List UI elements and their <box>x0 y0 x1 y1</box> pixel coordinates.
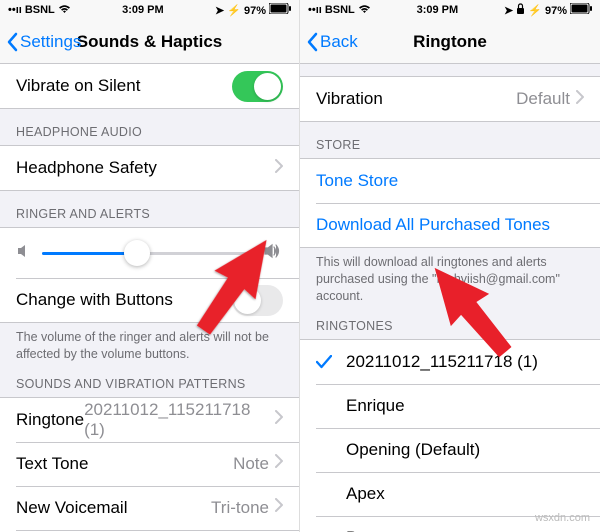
headphone-audio-header: HEADPHONE AUDIO <box>0 109 299 145</box>
ringtone-screen: ••ıı BSNL 3:09 PM ➤ ⚡ 97% Ba <box>300 0 600 532</box>
battery-percent: ⚡ 97% <box>227 4 266 17</box>
vibration-row[interactable]: Vibration Default <box>300 77 600 121</box>
carrier-label: BSNL <box>25 4 55 16</box>
store-footer: This will download all ringtones and ale… <box>300 248 600 315</box>
volume-slider[interactable] <box>42 252 253 255</box>
nav-bar: Back Ringtone <box>300 20 600 64</box>
row-label: New Voicemail <box>16 498 211 518</box>
chevron-right-icon <box>275 498 283 517</box>
tone-store-label: Tone Store <box>316 171 584 191</box>
store-header: STORE <box>300 122 600 158</box>
watermark: wsxdn.com <box>535 512 590 524</box>
location-icon: ➤ <box>215 4 224 17</box>
change-buttons-label: Change with Buttons <box>16 290 232 310</box>
nav-bar: Settings Sounds & Haptics <box>0 20 299 64</box>
ringtone-row[interactable]: Opening (Default) <box>300 428 600 472</box>
ringtone-label: Apex <box>346 484 584 504</box>
ringer-alerts-header: RINGER AND ALERTS <box>0 191 299 227</box>
vibrate-on-silent-row[interactable]: Vibrate on Silent <box>0 64 299 108</box>
vibrate-silent-toggle[interactable] <box>232 71 283 102</box>
chevron-left-icon <box>6 32 18 52</box>
chevron-right-icon <box>576 90 584 109</box>
back-button[interactable]: Back <box>300 32 358 52</box>
headphone-safety-row[interactable]: Headphone Safety <box>0 146 299 190</box>
signal-icon: ••ıı <box>308 4 322 16</box>
wifi-icon <box>358 4 371 17</box>
row-label: Ringtone <box>16 410 84 430</box>
ringtone-row[interactable]: Apex <box>300 472 600 516</box>
sound-pattern-row[interactable]: Text ToneNote <box>0 442 299 486</box>
checkmark-icon <box>316 355 334 369</box>
battery-icon <box>269 3 291 17</box>
change-with-buttons-row[interactable]: Change with Buttons <box>0 278 299 322</box>
ringtone-label: Opening (Default) <box>346 440 584 460</box>
sounds-patterns-header: SOUNDS AND VIBRATION PATTERNS <box>0 373 299 397</box>
vibration-value: Default <box>516 89 570 109</box>
download-tones-row[interactable]: Download All Purchased Tones <box>300 203 600 247</box>
back-label: Back <box>320 32 358 52</box>
volume-slider-row <box>0 228 299 278</box>
battery-percent: ⚡ 97% <box>528 4 567 17</box>
chevron-left-icon <box>306 32 318 52</box>
ringer-footer: The volume of the ringer and alerts will… <box>0 323 299 373</box>
ringtone-row[interactable]: 20211012_115211718 (1) <box>300 340 600 384</box>
speaker-high-icon <box>263 243 283 264</box>
back-label: Settings <box>20 32 81 52</box>
status-bar: ••ıı BSNL 3:09 PM ➤ ⚡ 97% <box>300 0 600 20</box>
battery-icon <box>570 3 592 17</box>
ringtone-label: Enrique <box>346 396 584 416</box>
back-button[interactable]: Settings <box>0 32 81 52</box>
chevron-right-icon <box>275 410 283 429</box>
row-value: Tri-tone <box>211 498 269 518</box>
sounds-haptics-screen: ••ıı BSNL 3:09 PM ➤ ⚡ 97% Settings Sound… <box>0 0 300 532</box>
download-tones-label: Download All Purchased Tones <box>316 215 584 235</box>
status-time: 3:09 PM <box>122 4 164 16</box>
sound-pattern-row[interactable]: New VoicemailTri-tone <box>0 486 299 530</box>
ringtone-row[interactable]: Enrique <box>300 384 600 428</box>
ringtones-header: RINGTONES <box>300 315 600 339</box>
wifi-icon <box>58 4 71 17</box>
vibration-label: Vibration <box>316 89 516 109</box>
signal-icon: ••ıı <box>8 4 22 16</box>
ringtone-label: 20211012_115211718 (1) <box>346 352 584 372</box>
sound-pattern-row[interactable]: Ringtone20211012_115211718 (1) <box>0 398 299 442</box>
vibrate-silent-label: Vibrate on Silent <box>16 76 232 96</box>
row-value: Note <box>233 454 269 474</box>
chevron-right-icon <box>275 454 283 473</box>
status-time: 3:09 PM <box>417 4 459 16</box>
row-label: Text Tone <box>16 454 233 474</box>
tone-store-row[interactable]: Tone Store <box>300 159 600 203</box>
change-buttons-toggle[interactable] <box>232 285 283 316</box>
carrier-label: BSNL <box>325 4 355 16</box>
chevron-right-icon <box>275 159 283 178</box>
row-value: 20211012_115211718 (1) <box>84 400 269 440</box>
headphone-safety-label: Headphone Safety <box>16 158 275 178</box>
location-icon: ➤ <box>504 4 513 17</box>
speaker-low-icon <box>16 243 32 264</box>
ringtone-label: Beacon <box>346 528 584 532</box>
status-bar: ••ıı BSNL 3:09 PM ➤ ⚡ 97% <box>0 0 299 20</box>
lock-icon <box>516 3 525 18</box>
